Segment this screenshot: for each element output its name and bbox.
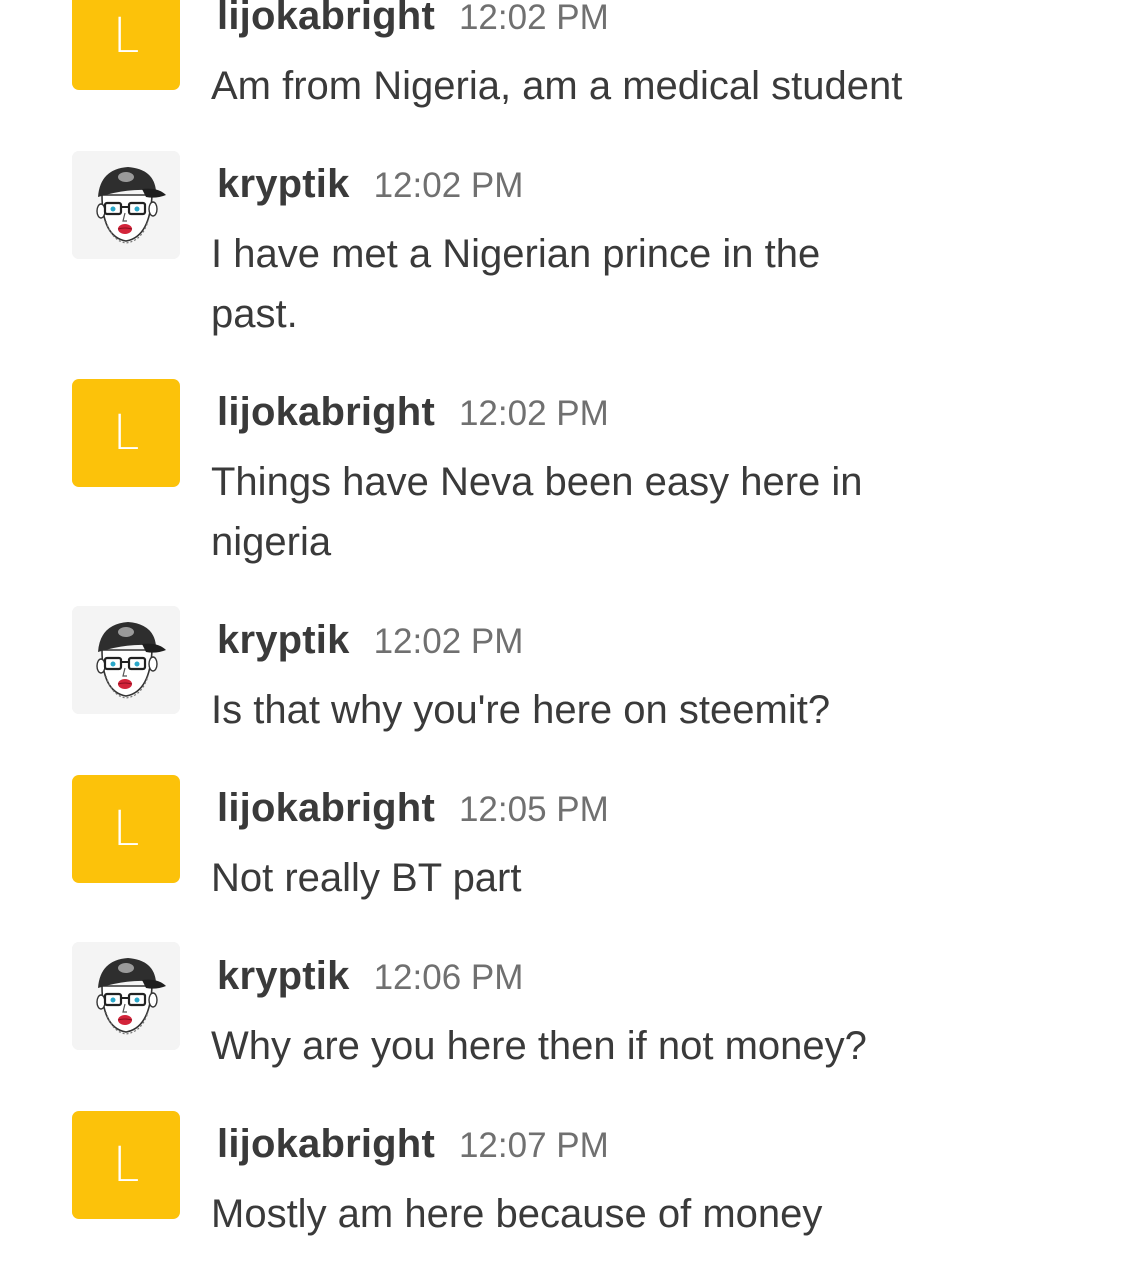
timestamp: 12:07 PM [458,1126,609,1165]
user-avatar[interactable]: L [72,1111,180,1219]
avatar-letter: L [112,8,140,64]
message-header: lijokabright 12:02 PM [217,0,609,39]
username[interactable]: kryptik [217,954,350,998]
message-header: kryptik 12:02 PM [217,618,523,663]
user-avatar[interactable]: L [72,0,180,90]
message-text: I have met a Nigerian prince in the past… [211,232,821,336]
user-avatar[interactable] [72,942,180,1050]
message-text: Is that why you're here on steemit? [211,688,831,732]
avatar-letter: L [112,1137,140,1193]
message-text: Am from Nigeria, am a medical student [211,64,903,108]
timestamp: 12:02 PM [458,394,609,433]
message-text: Things have Neva been easy here in niger… [211,460,863,564]
username[interactable]: kryptik [217,618,350,662]
timestamp: 12:02 PM [373,622,524,661]
user-avatar[interactable] [72,151,180,259]
message-text: Why are you here then if not money? [211,1024,867,1068]
timestamp: 12:05 PM [458,790,609,829]
user-avatar[interactable] [72,606,180,714]
username[interactable]: kryptik [217,162,350,206]
username[interactable]: lijokabright [217,786,435,830]
man-with-cap-glasses-icon [72,942,180,1050]
avatar-letter: L [112,405,140,461]
timestamp: 12:06 PM [373,958,524,997]
username[interactable]: lijokabright [217,0,435,38]
message-header: lijokabright 12:07 PM [217,1122,609,1167]
username[interactable]: lijokabright [217,1122,435,1166]
man-with-cap-glasses-icon [72,606,180,714]
timestamp: 12:02 PM [373,166,524,205]
message-header: kryptik 12:02 PM [217,162,523,207]
message-header: lijokabright 12:02 PM [217,390,609,435]
message-header: kryptik 12:06 PM [217,954,523,999]
username[interactable]: lijokabright [217,390,435,434]
user-avatar[interactable]: L [72,379,180,487]
message-text: Not really BT part [211,856,522,900]
message-header: lijokabright 12:05 PM [217,786,609,831]
message-text: Mostly am here because of money [211,1192,823,1236]
timestamp: 12:02 PM [458,0,609,37]
man-with-cap-glasses-icon [72,151,180,259]
avatar-letter: L [112,801,140,857]
user-avatar[interactable]: L [72,775,180,883]
